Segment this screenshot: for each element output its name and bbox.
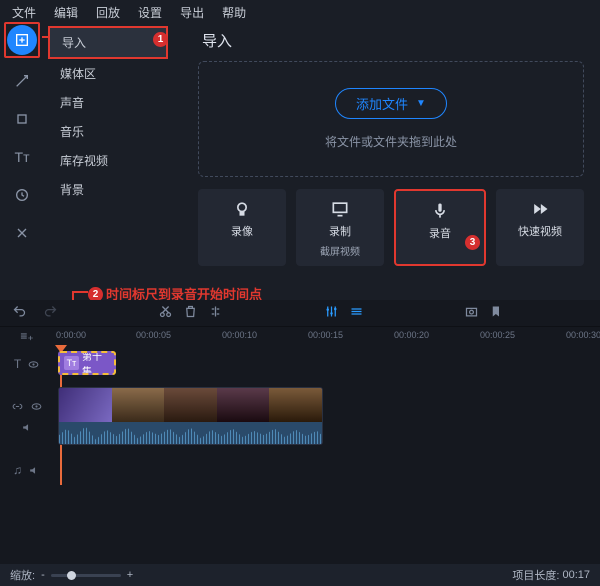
ruler-tick: 00:00:20 — [394, 330, 429, 340]
status-bar: 缩放: - + 项目长度: 00:17 — [0, 564, 600, 586]
annotation-badge-3: 3 — [465, 235, 480, 250]
tracks: T Tᴛ 第十集 — [0, 345, 600, 485]
menu-edit[interactable]: 编辑 — [46, 2, 86, 23]
add-track-button[interactable]: ≡₊ — [20, 329, 33, 343]
panel-title: 导入 — [202, 30, 592, 51]
menu-export[interactable]: 导出 — [172, 2, 212, 23]
card-record-audio[interactable]: 录音 3 — [394, 189, 486, 266]
adjust-button[interactable] — [324, 304, 339, 322]
eye-icon[interactable] — [30, 400, 43, 413]
text-chip-icon: Tᴛ — [64, 356, 79, 370]
cut-button[interactable] — [158, 304, 173, 322]
wand-icon — [14, 73, 30, 89]
card-label: 录制 — [329, 223, 351, 239]
sidebar-item-media[interactable]: 媒体区 — [48, 59, 168, 88]
card-sub: 截屏视频 — [320, 243, 360, 258]
menu-playback[interactable]: 回放 — [88, 2, 128, 23]
redo-button[interactable] — [43, 304, 58, 322]
music-icon: ♫ — [13, 463, 22, 477]
split-button[interactable] — [208, 304, 223, 322]
zoom-slider[interactable] — [51, 574, 121, 577]
card-label: 快速视频 — [518, 223, 562, 239]
mic-icon — [430, 201, 450, 221]
zoom-out-button[interactable]: - — [41, 569, 45, 581]
track-video — [0, 387, 600, 447]
card-label: 录音 — [429, 225, 451, 241]
import-icon — [14, 32, 30, 48]
sidebar-item-music[interactable]: 音乐 — [48, 117, 168, 146]
track-type-text-icon: T — [14, 357, 21, 371]
tool-text[interactable]: Tᴛ — [7, 142, 37, 172]
clip-thumbnails — [59, 388, 322, 422]
track-audio: ♫ — [0, 455, 600, 485]
tool-time[interactable] — [7, 180, 37, 210]
title-clip[interactable]: Tᴛ 第十集 — [58, 351, 116, 375]
drop-zone[interactable]: 添加文件 ▼ 将文件或文件夹拖到此处 — [198, 61, 584, 177]
ruler-tick: 0:00:00 — [56, 330, 86, 340]
fast-icon — [530, 199, 550, 219]
sidebar-item-bg[interactable]: 背景 — [48, 175, 168, 204]
tool-import[interactable] — [7, 25, 37, 55]
card-record-camera[interactable]: 录像 — [198, 189, 286, 266]
timeline-toolbar — [0, 300, 600, 327]
add-files-label: 添加文件 — [356, 94, 408, 113]
menu-file[interactable]: 文件 — [4, 2, 44, 23]
speaker-icon[interactable] — [28, 464, 41, 477]
sidebar: 导入 1 媒体区 声音 音乐 库存视频 背景 — [48, 26, 168, 204]
tool-crop[interactable] — [7, 104, 37, 134]
project-length-label: 项目长度: — [512, 567, 559, 583]
chevron-down-icon: ▼ — [416, 98, 426, 109]
eye-icon[interactable] — [27, 358, 40, 371]
quick-cards: 录像 录制 截屏视频 录音 3 快速视频 — [198, 189, 584, 266]
delete-button[interactable] — [183, 304, 198, 322]
speaker-icon[interactable] — [21, 421, 34, 434]
menu-settings[interactable]: 设置 — [130, 2, 170, 23]
undo-button[interactable] — [12, 304, 27, 322]
timeline: ≡₊ 0:00:00 00:00:05 00:00:10 00:00:15 00… — [0, 300, 600, 564]
track-title: T Tᴛ 第十集 — [0, 349, 600, 379]
crop-icon — [14, 111, 30, 127]
menu-bar: 文件 编辑 回放 设置 导出 帮助 — [0, 0, 600, 25]
video-clip[interactable] — [58, 387, 323, 445]
tool-more[interactable] — [7, 218, 37, 248]
sidebar-item-sound[interactable]: 声音 — [48, 88, 168, 117]
clock-icon — [14, 187, 30, 203]
sidebar-item-import[interactable]: 导入 1 — [48, 26, 168, 59]
screen-icon — [330, 199, 350, 219]
add-files-button[interactable]: 添加文件 ▼ — [335, 88, 447, 119]
drop-hint: 将文件或文件夹拖到此处 — [209, 133, 573, 150]
project-length-value: 00:17 — [562, 569, 590, 581]
zoom-in-button[interactable]: + — [127, 569, 133, 581]
ruler-tick: 00:00:15 — [308, 330, 343, 340]
time-ruler[interactable]: 0:00:00 00:00:05 00:00:10 00:00:15 00:00… — [54, 327, 600, 345]
zoom-label: 缩放: — [10, 567, 35, 583]
card-label: 录像 — [231, 223, 253, 239]
card-record-screen[interactable]: 录制 截屏视频 — [296, 189, 384, 266]
camera-icon — [232, 199, 252, 219]
title-clip-label: 第十集 — [82, 351, 110, 375]
tool-wand[interactable] — [7, 66, 37, 96]
link-icon[interactable] — [11, 400, 24, 413]
sidebar-item-stock[interactable]: 库存视频 — [48, 146, 168, 175]
snapshot-button[interactable] — [464, 304, 479, 322]
menu-help[interactable]: 帮助 — [214, 2, 254, 23]
text-icon: Tᴛ — [15, 149, 30, 165]
marker-button[interactable] — [489, 304, 504, 322]
tool-strip: Tᴛ — [4, 22, 40, 248]
ruler-tick: 00:00:10 — [222, 330, 257, 340]
clip-waveform — [59, 422, 322, 444]
tools-icon — [14, 225, 30, 241]
sidebar-item-label: 导入 — [62, 36, 86, 50]
annotation-badge-1: 1 — [153, 32, 168, 47]
ruler-tick: 00:00:30 — [566, 330, 600, 340]
filter-button[interactable] — [349, 304, 364, 322]
ruler-tick: 00:00:05 — [136, 330, 171, 340]
ruler-tick: 00:00:25 — [480, 330, 515, 340]
import-panel: 导入 添加文件 ▼ 将文件或文件夹拖到此处 录像 录制 截屏视频 录音 3 快速… — [190, 24, 592, 266]
card-quick-video[interactable]: 快速视频 — [496, 189, 584, 266]
